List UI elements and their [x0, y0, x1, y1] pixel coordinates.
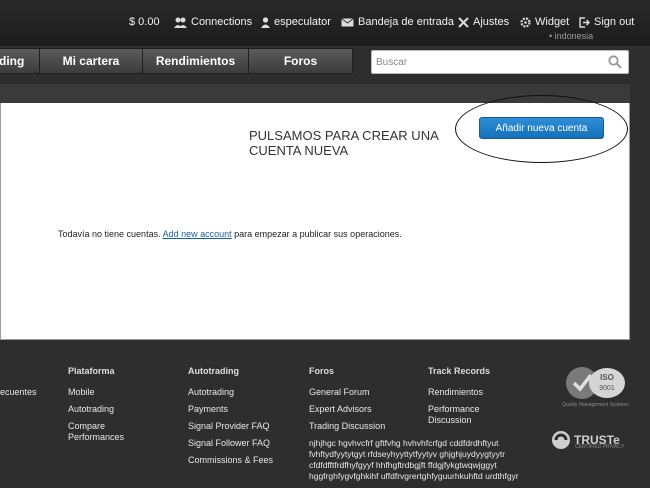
footer-title-autotrading: Autotrading	[188, 366, 239, 376]
svg-text:ISO: ISO	[600, 373, 614, 382]
empty-accounts-message: Todavía no tiene cuentas. Add new accoun…	[58, 229, 402, 239]
iso-caption: Quality Management Systems	[562, 402, 629, 408]
signout-link[interactable]: Sign out	[579, 16, 634, 28]
people-icon	[174, 17, 187, 28]
language-label: indonesia	[554, 31, 594, 41]
tab-mi-cartera-label: Mi cartera	[62, 54, 120, 68]
add-account-button[interactable]: Añadir nueva cuenta	[479, 117, 604, 139]
footer-link[interactable]: General Forum	[309, 387, 370, 398]
user-label: especulator	[274, 16, 331, 28]
footer-title-plataforma: Plataforma	[68, 366, 115, 376]
tab-rendimientos-label: Rendimientos	[155, 54, 236, 68]
footer-title-track-records: Track Records	[428, 366, 491, 376]
inbox-label: Bandeja de entrada	[358, 16, 455, 28]
footer-link[interactable]: Autotrading	[188, 387, 234, 398]
language-selector[interactable]: • indonesia	[549, 31, 593, 41]
settings-label: Ajustes	[473, 16, 510, 28]
footer-link[interactable]: Rendimientos	[428, 387, 483, 398]
connections-link[interactable]: Connections	[174, 16, 252, 28]
truste-caption: CERTIFIED PRIVACY	[575, 444, 625, 450]
tools-icon	[458, 16, 469, 28]
footer-title-foros: Foros	[309, 366, 335, 376]
tab-rendimientos[interactable]: Rendimientos	[142, 48, 249, 74]
search-icon[interactable]	[608, 55, 622, 69]
settings-link[interactable]: Ajustes	[458, 16, 509, 28]
tab-foros-label: Foros	[283, 54, 318, 68]
widget-link[interactable]: Widget	[520, 16, 569, 28]
add-account-label: Añadir nueva cuenta	[495, 122, 588, 134]
iso-badge: ISO 9001	[565, 365, 627, 406]
footer-link[interactable]: ecuentes	[0, 387, 37, 398]
footer-link[interactable]: Trading Discussion	[309, 421, 385, 432]
footer-link[interactable]: Autotrading	[68, 404, 114, 415]
footer-link[interactable]: Compare Performances	[68, 421, 140, 443]
search-box	[371, 50, 629, 74]
gear-icon	[520, 16, 531, 28]
empty-suffix: para empezar a publicar sus operaciones.	[231, 229, 402, 239]
tab-trading[interactable]: ding	[0, 48, 40, 74]
widget-label: Widget	[535, 16, 570, 28]
iso-logo-icon: ISO 9001	[566, 367, 625, 399]
footer-link[interactable]: Commissions & Fees	[188, 455, 273, 466]
connections-label: Connections	[191, 16, 253, 28]
add-account-link[interactable]: Add new account	[163, 229, 232, 239]
footer-link[interactable]: Signal Provider FAQ	[188, 421, 270, 432]
top-bar: $ 0.00 Connections especulator Bandeja d…	[0, 0, 650, 46]
footer-forum-text: njhjhgc hgvhvcfrf gftfvhg hvhvhfcrfgd cd…	[309, 438, 519, 481]
footer-link[interactable]: Mobile	[68, 387, 95, 398]
tab-mi-cartera[interactable]: Mi cartera	[39, 48, 143, 74]
signout-label: Sign out	[594, 16, 635, 28]
signout-icon	[579, 16, 590, 28]
balance[interactable]: $ 0.00	[129, 16, 160, 28]
create-account-hint: PULSAMOS PARA CREAR UNA CUENTA NUEVA	[249, 128, 439, 158]
tab-trading-label: ding	[0, 54, 25, 68]
user-link[interactable]: especulator	[261, 16, 331, 28]
footer-link[interactable]: Expert Advisors	[309, 404, 372, 415]
truste-logo-icon	[552, 431, 570, 449]
footer-link[interactable]: Payments	[188, 404, 228, 415]
empty-prefix: Todavía no tiene cuentas.	[58, 229, 163, 239]
balance-label: $ 0.00	[129, 16, 160, 28]
tab-foros[interactable]: Foros	[248, 48, 353, 74]
footer-link[interactable]: Signal Follower FAQ	[188, 438, 270, 449]
search-input[interactable]	[376, 54, 596, 70]
svg-text:9001: 9001	[599, 385, 615, 392]
user-icon	[261, 16, 270, 28]
envelope-icon	[341, 17, 354, 26]
inbox-link[interactable]: Bandeja de entrada	[341, 16, 454, 28]
footer-link[interactable]: Performance Discussion	[428, 404, 498, 426]
